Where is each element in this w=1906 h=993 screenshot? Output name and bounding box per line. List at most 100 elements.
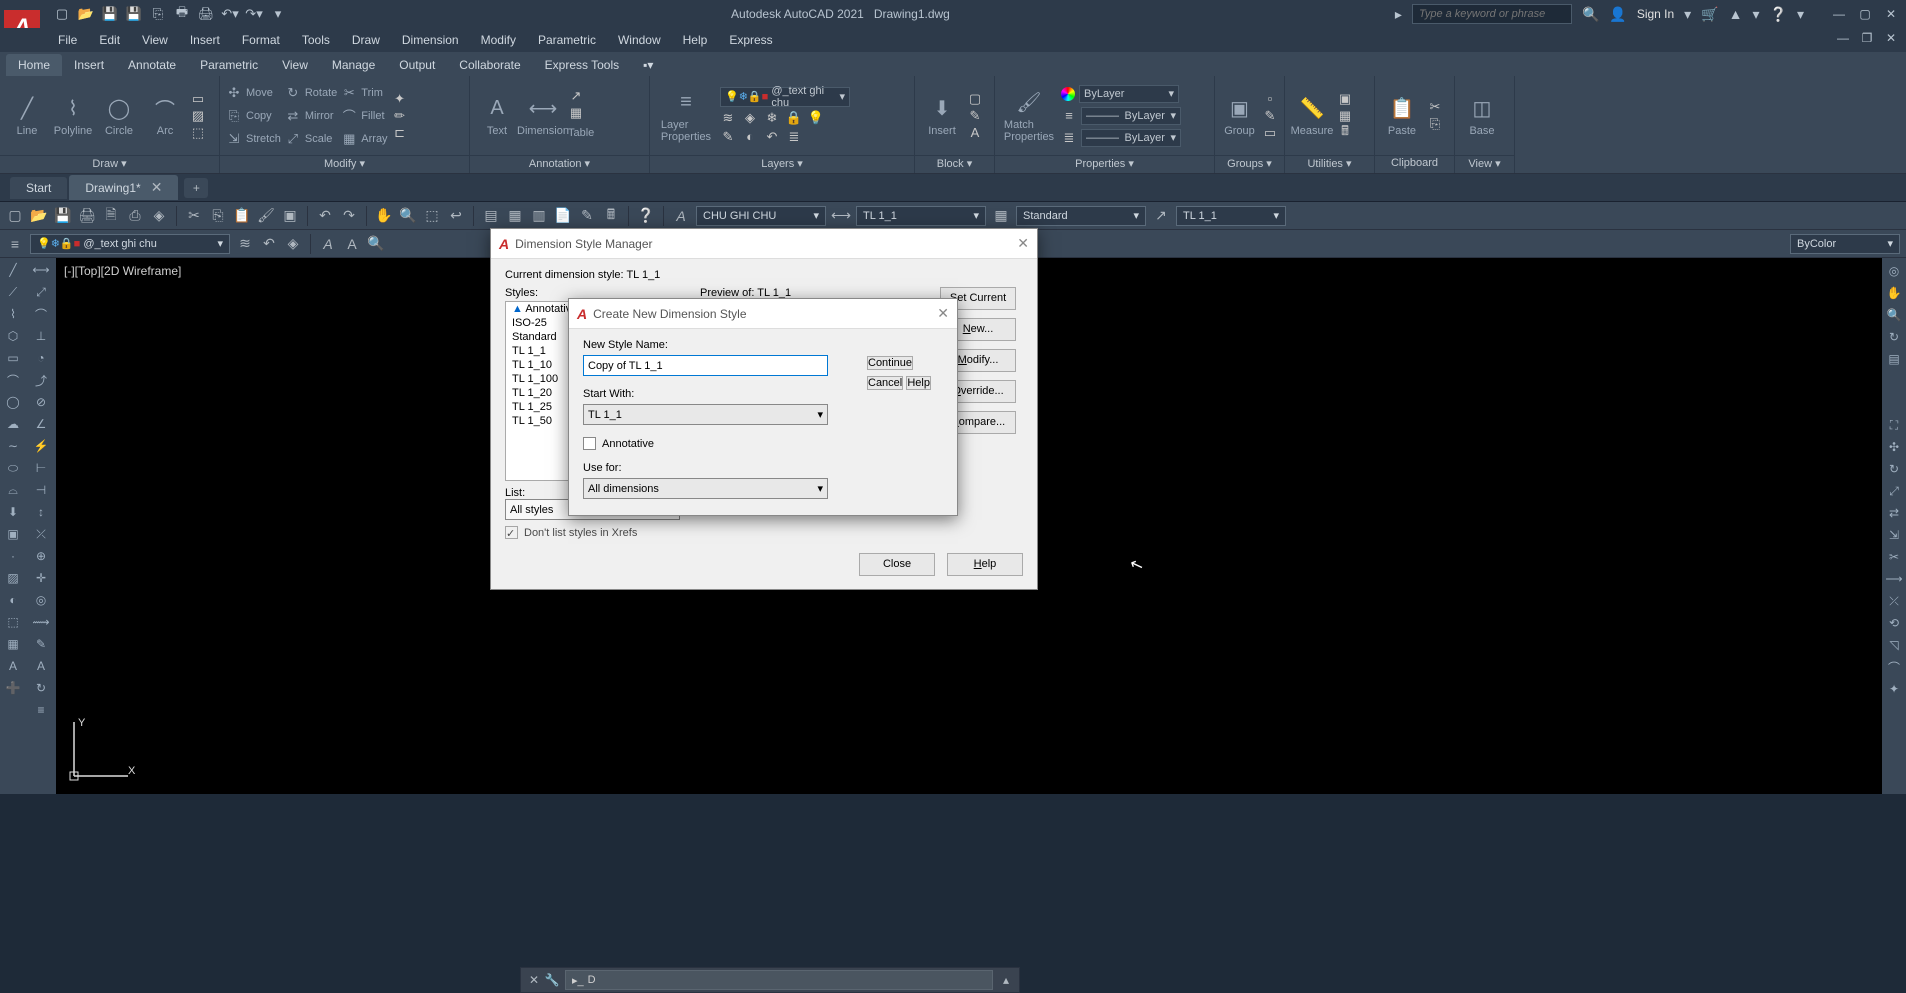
menu-format[interactable]: Format <box>232 31 290 49</box>
layermatch-icon[interactable]: ≋ <box>720 110 736 126</box>
a360-dropdown-icon[interactable]: ▾ <box>1753 6 1760 23</box>
dsm-close-icon[interactable]: ✕ <box>1017 235 1029 252</box>
doc-minimize-button[interactable]: — <box>1832 30 1854 46</box>
filetab-add-button[interactable]: + <box>184 178 208 198</box>
move-button[interactable]: ✣Move <box>226 82 281 104</box>
menu-modify[interactable]: Modify <box>471 31 526 49</box>
nb-showmc-icon[interactable]: ▤ <box>1885 350 1903 368</box>
fillet-button[interactable]: ⌒Fillet <box>341 105 387 127</box>
lt-pline-icon[interactable]: ⌇ <box>2 304 24 324</box>
nb-rotate-icon[interactable]: ↻ <box>1885 460 1903 478</box>
menu-insert[interactable]: Insert <box>180 31 230 49</box>
ribbon-tab-featured[interactable]: ▪▾ <box>631 54 665 76</box>
dt-dimtedit-icon[interactable]: A <box>30 656 52 676</box>
lt-circle-icon[interactable]: ◯ <box>2 392 24 412</box>
tb-textstyle-icon[interactable]: A <box>672 207 690 225</box>
leader-icon[interactable]: ↗ <box>568 88 584 104</box>
lt-insertblk-icon[interactable]: ⬇ <box>2 502 24 522</box>
dt-qdim-icon[interactable]: ⚡ <box>30 436 52 456</box>
saveall-icon[interactable]: ⎘ <box>150 6 166 22</box>
menu-edit[interactable]: Edit <box>89 31 130 49</box>
lt-gradient-icon[interactable]: ◐ <box>2 590 24 610</box>
help-icon[interactable]: ❔ <box>1770 6 1787 23</box>
new-usefor-combo[interactable]: All dimensions▾ <box>583 478 828 499</box>
linetype-combo[interactable]: ———ByLayer▾ <box>1081 129 1181 147</box>
new-name-input[interactable] <box>583 355 828 376</box>
dsm-titlebar[interactable]: A Dimension Style Manager ✕ <box>491 229 1037 259</box>
dimstyle-combo[interactable]: TL 1_1▾ <box>856 206 986 226</box>
ribbon-tab-insert[interactable]: Insert <box>62 54 116 76</box>
dt-diameter-icon[interactable]: ⊘ <box>30 392 52 412</box>
tablestyle-combo[interactable]: Standard▾ <box>1016 206 1146 226</box>
tb-markup-icon[interactable]: ✎ <box>578 207 596 225</box>
dt-angular-icon[interactable]: ∠ <box>30 414 52 434</box>
base-button[interactable]: ◫Base <box>1461 95 1503 137</box>
doc-restore-button[interactable]: ❐ <box>1856 30 1878 46</box>
filetab-drawing1[interactable]: Drawing1* ✕ <box>69 175 178 200</box>
lt-mtext2-icon[interactable]: A <box>2 656 24 676</box>
plotstyle-combo[interactable]: ByColor▾ <box>1790 234 1900 254</box>
nb-extend-icon[interactable]: ⟶ <box>1885 570 1903 588</box>
command-input[interactable]: ▸_ D <box>565 970 993 990</box>
maximize-button[interactable]: ▢ <box>1854 6 1876 22</box>
copy-button[interactable]: ⎘Copy <box>226 105 281 127</box>
dt-dimupdate-icon[interactable]: ↻ <box>30 678 52 698</box>
ribbon-tab-manage[interactable]: Manage <box>320 54 387 76</box>
tb-toolpal-icon[interactable]: ▥ <box>530 207 548 225</box>
tb-copy-icon[interactable]: ⎘ <box>209 207 227 225</box>
close-button[interactable]: ✕ <box>1880 6 1902 22</box>
nb-wheel-icon[interactable]: ◎ <box>1885 262 1903 280</box>
nb-pan-icon[interactable]: ✋ <box>1885 284 1903 302</box>
tb-paste-icon[interactable]: 📋 <box>233 207 251 225</box>
lt-arc-icon[interactable]: ⌒ <box>2 370 24 390</box>
array-button[interactable]: ▦Array <box>341 128 387 150</box>
save-icon[interactable]: 💾 <box>102 6 118 22</box>
circle-button[interactable]: ◯Circle <box>98 95 140 137</box>
scale-button[interactable]: ⤢Scale <box>285 128 337 150</box>
layerstate-icon[interactable]: ≣ <box>786 129 802 145</box>
menu-window[interactable]: Window <box>608 31 671 49</box>
tb-print-icon[interactable]: 🖨 <box>78 207 96 225</box>
tb-text2-icon[interactable]: A <box>343 235 361 253</box>
panel-groups-label[interactable]: Groups ▾ <box>1215 155 1284 173</box>
nb-zoomext-icon[interactable]: 🔍 <box>1885 306 1903 324</box>
nb-fillet-icon[interactable]: ⌒ <box>1885 658 1903 676</box>
matchprops-button[interactable]: 🖌Match Properties <box>1001 89 1057 143</box>
dt-joggedlin-icon[interactable]: ⟿ <box>30 612 52 632</box>
panel-properties-label[interactable]: Properties ▾ <box>995 155 1214 173</box>
offset-icon[interactable]: ⊏ <box>392 125 408 141</box>
mleaderstyle-combo[interactable]: TL 1_1▾ <box>1176 206 1286 226</box>
dt-aligned-icon[interactable]: ⤢ <box>30 282 52 302</box>
erase-icon[interactable]: ✏ <box>392 108 408 124</box>
color-combo[interactable]: ByLayer▾ <box>1079 85 1179 103</box>
ribbon-tab-expresstools[interactable]: Express Tools <box>533 54 631 76</box>
tb-preview-icon[interactable]: 🗎 <box>102 207 120 225</box>
command-line[interactable]: ✕ 🔧 ▸_ D ▴ <box>520 967 1020 993</box>
viewport-label[interactable]: [-][Top][2D Wireframe] <box>64 264 181 278</box>
table-button[interactable]: ▦ <box>568 105 584 121</box>
lt-hatch-icon[interactable]: ▨ <box>2 568 24 588</box>
dt-tolerance-icon[interactable]: ⊕ <box>30 546 52 566</box>
redo-icon[interactable]: ↷▾ <box>246 6 262 22</box>
appstore-icon[interactable]: 🛒 <box>1701 6 1718 23</box>
new-close-icon[interactable]: ✕ <box>937 305 949 322</box>
menu-dimension[interactable]: Dimension <box>392 31 469 49</box>
dt-ordinate-icon[interactable]: ⊥ <box>30 326 52 346</box>
new-help-button[interactable]: Help <box>906 376 931 390</box>
dsm-help-button[interactable]: Help <box>947 553 1023 576</box>
doc-close-button[interactable]: ✕ <box>1880 30 1902 46</box>
tb-layerprev-icon[interactable]: ↶ <box>260 235 278 253</box>
menu-draw[interactable]: Draw <box>342 31 390 49</box>
tb-tablestyle-icon[interactable]: ▦ <box>992 207 1010 225</box>
lt-revcloud-icon[interactable]: ☁ <box>2 414 24 434</box>
tb-dimstyle-icon[interactable]: ⟷ <box>832 207 850 225</box>
layer-combo-2[interactable]: 💡❄🔒■ @_text ghi chu▾ <box>30 234 230 254</box>
new-annotative-checkbox[interactable]: Annotative <box>583 437 851 450</box>
tb-sheet-icon[interactable]: 📄 <box>554 207 572 225</box>
lt-ellipse-icon[interactable]: ⬭ <box>2 458 24 478</box>
dsm-close-button[interactable]: Close <box>859 553 935 576</box>
lt-polygon-icon[interactable]: ⬡ <box>2 326 24 346</box>
ribbon-tab-annotate[interactable]: Annotate <box>116 54 188 76</box>
nb-join-icon[interactable]: ⟲ <box>1885 614 1903 632</box>
nb-move-icon[interactable]: ✣ <box>1885 438 1903 456</box>
